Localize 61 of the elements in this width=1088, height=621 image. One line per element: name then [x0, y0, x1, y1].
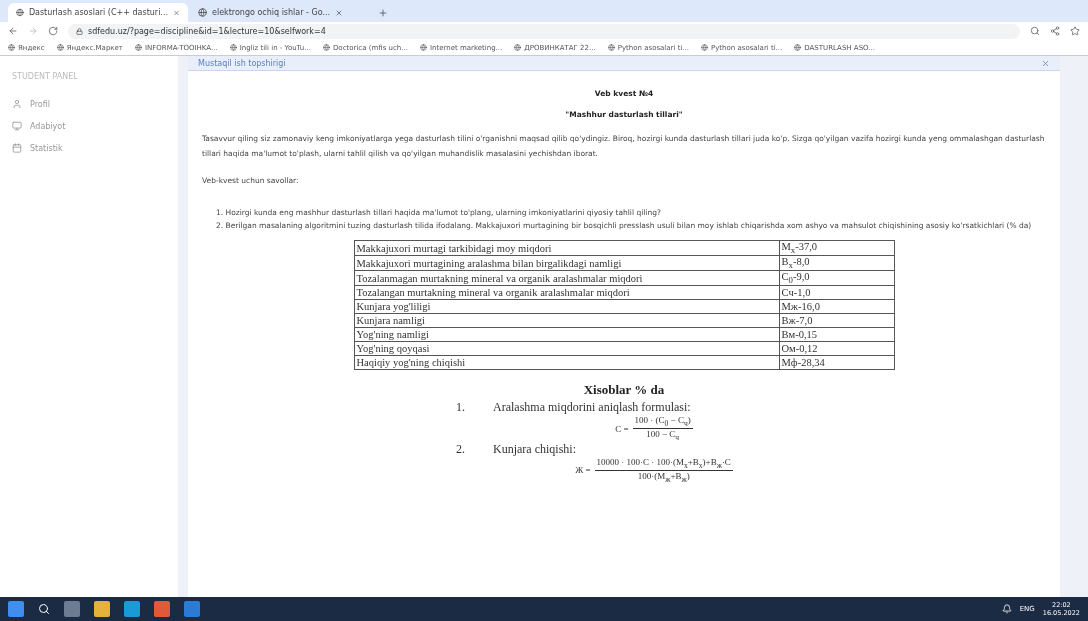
lock-icon: [76, 27, 83, 35]
monitor-icon: [12, 121, 22, 131]
table-cell: B$_{x}$-8,0: [779, 255, 894, 271]
globe-icon: [322, 44, 330, 51]
denominator: 100·(M$_{ж}$+B$_{ж}$): [637, 470, 690, 484]
table-cell: Makkajuxori murtagi tarkibidagi moy miqdori: [354, 240, 779, 256]
globe-icon: [198, 8, 207, 17]
step-number: 2.: [456, 441, 465, 457]
table-cell: Kunjara namligi: [354, 313, 779, 328]
table-cell: Tozalangan murtakning mineral va organik aralashmalar miqdori: [354, 285, 779, 300]
globe-icon: [419, 44, 427, 51]
table-cell: Yog'ning namligi: [354, 327, 779, 342]
back-icon[interactable]: [8, 26, 18, 36]
calculations-heading: Xisoblar % da: [582, 382, 666, 399]
table-cell: Mф-28,34: [779, 355, 894, 370]
browser-tab[interactable]: elektrongo ochiq ishlar - Go...: [190, 3, 370, 22]
globe-icon: [607, 44, 615, 51]
step-number: 1.: [456, 400, 465, 416]
table-cell: Haqiqiy yog'ning chiqishi: [354, 355, 779, 370]
close-icon[interactable]: [335, 8, 344, 17]
table-cell: Makkajuxori murtagining aralashma bilan birgalikdagi namligi: [354, 255, 779, 271]
numerator: 10000 · 100·C · 100·(M$_{x}$+B$_{x}$)+B$_{ж}$·C: [594, 456, 733, 471]
new-tab-icon[interactable]: [378, 8, 388, 18]
numerator: 100 · (C$_{0}$ − C$_{ч}$): [632, 415, 693, 430]
star-icon[interactable]: [1070, 26, 1080, 36]
table-cell: Yog'ning qoyqasi: [354, 341, 779, 356]
formula-lhs: C =: [615, 423, 629, 434]
reload-icon[interactable]: [48, 26, 58, 36]
table-cell: Kunjara yog'liligi: [354, 299, 779, 314]
address-field[interactable]: sdfedu.uz/?page=discipline&id=1&lecture=10&selfwork=4: [68, 23, 1020, 39]
close-icon[interactable]: [173, 8, 180, 17]
notification-icon[interactable]: [1001, 604, 1012, 614]
globe-icon: [794, 44, 802, 51]
table-cell: Oм-0,12: [779, 341, 894, 356]
table-cell: Mж-16,0: [779, 299, 894, 314]
close-icon[interactable]: [1041, 58, 1050, 68]
table-cell: Bж-7,0: [779, 313, 894, 328]
panel-title: Mustaqil ish topshirigi: [198, 58, 286, 68]
globe-icon: [8, 44, 15, 51]
table-cell: Tozalanmagan murtakning mineral va organik aralashmalar miqdori: [354, 270, 779, 286]
browser-tab[interactable]: Dasturlash asoslari (C++ dasturi...: [8, 3, 188, 22]
globe-icon: [16, 8, 24, 17]
globe-icon: [134, 44, 142, 51]
sidebar-heading: STUDENT PANEL: [12, 72, 79, 81]
globe-icon: [514, 44, 522, 51]
denominator: 100 − C$_{ч}$: [646, 429, 680, 442]
user-icon: [12, 99, 22, 109]
globe-icon: [229, 44, 237, 51]
forward-icon[interactable]: [28, 26, 38, 36]
search-icon[interactable]: [38, 603, 50, 615]
formula-lhs: Ж =: [575, 465, 591, 476]
globe-icon: [56, 44, 64, 51]
step-text: Kunjara chiqishi:: [493, 441, 576, 457]
table-cell: C$_{0}$-9,0: [779, 270, 894, 286]
share-icon[interactable]: [1050, 26, 1060, 36]
globe-icon: [701, 44, 708, 51]
calendar-icon: [12, 143, 22, 153]
step-text: Aralashma miqdorini aniqlash formulasi:: [493, 400, 691, 416]
table-cell: Bм-0,15: [779, 327, 894, 342]
table-cell: Cч-1,0: [779, 285, 894, 300]
table-cell: M$_{x}$-37,0: [779, 240, 894, 256]
